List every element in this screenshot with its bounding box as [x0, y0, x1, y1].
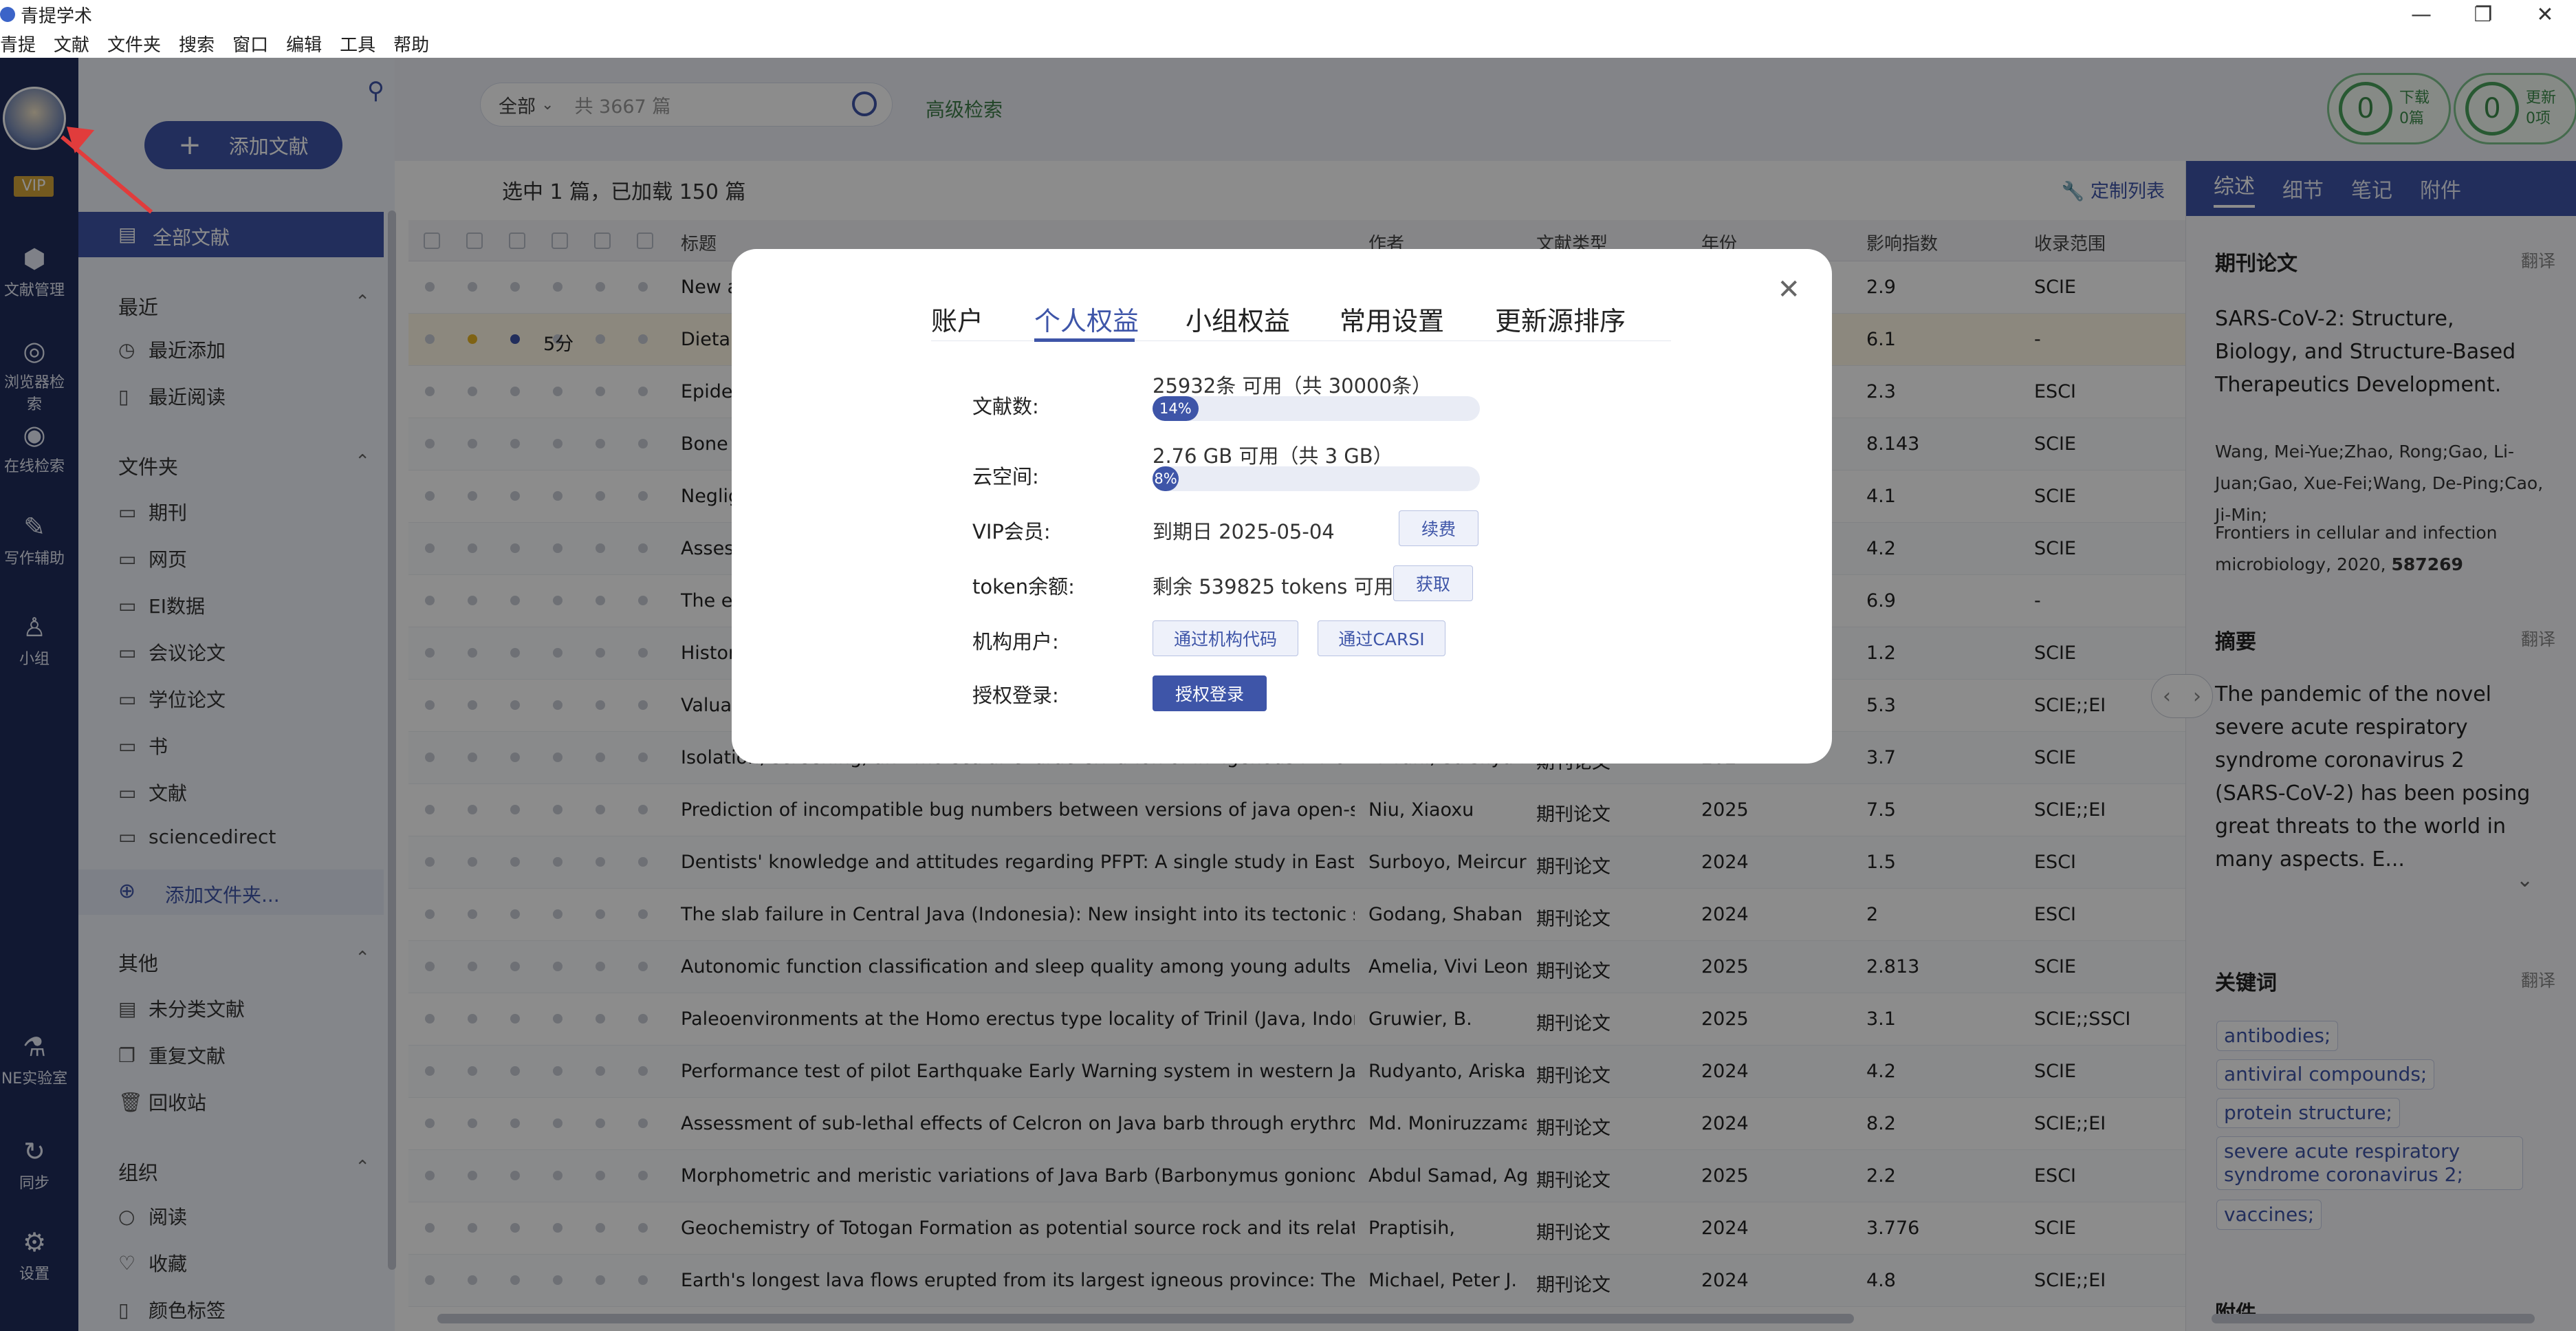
- tab-group-benefits[interactable]: 小组权益: [1186, 300, 1290, 338]
- window-controls: — ❐ ✕: [2390, 0, 2576, 29]
- token-label: token余额:: [972, 575, 1075, 598]
- auth-login-button[interactable]: 授权登录: [1153, 675, 1267, 711]
- app-title: 青提学术: [21, 6, 93, 27]
- docs-progress-fill: 14%: [1153, 396, 1199, 421]
- institution-label: 机构用户:: [972, 630, 1059, 653]
- renew-button[interactable]: 续费: [1399, 510, 1478, 546]
- cloud-label: 云空间:: [972, 465, 1039, 488]
- menu-folder[interactable]: 文件夹: [107, 31, 161, 56]
- vip-label: VIP会员:: [972, 520, 1051, 543]
- restore-icon[interactable]: ❐: [2452, 0, 2514, 29]
- menu-tools[interactable]: 工具: [340, 31, 375, 56]
- institution-code-button[interactable]: 通过机构代码: [1153, 620, 1298, 656]
- dialog-tabs: 账户 个人权益 小组权益 常用设置 更新源排序: [931, 272, 1671, 342]
- docs-progress: 14%: [1153, 396, 1480, 421]
- cloud-progress-fill: 8%: [1153, 466, 1179, 491]
- auth-label: 授权登录:: [972, 684, 1059, 707]
- menu-window[interactable]: 窗口: [232, 31, 268, 56]
- menu-literature[interactable]: 文献: [54, 31, 89, 56]
- token-value: 剩余 539825 tokens 可用: [1153, 575, 1394, 598]
- menu-qingti[interactable]: 青提: [0, 31, 36, 56]
- docs-value: 25932条 可用（共 30000条）: [1153, 374, 1432, 398]
- carsi-button[interactable]: 通过CARSI: [1318, 620, 1445, 656]
- get-token-button[interactable]: 获取: [1393, 565, 1473, 601]
- vip-value: 到期日 2025-05-04: [1153, 520, 1335, 543]
- tab-source-order[interactable]: 更新源排序: [1495, 300, 1626, 338]
- tab-common-settings[interactable]: 常用设置: [1340, 300, 1444, 338]
- close-icon[interactable]: ✕: [1777, 274, 1800, 305]
- tab-account[interactable]: 账户: [931, 300, 983, 338]
- menu-help[interactable]: 帮助: [393, 31, 429, 56]
- title-bar: 青提学术 — ❐ ✕: [0, 0, 2576, 29]
- cloud-progress: 8%: [1153, 466, 1480, 491]
- menu-search[interactable]: 搜索: [179, 31, 215, 56]
- active-tab-indicator: [1034, 338, 1135, 342]
- cloud-value: 2.76 GB 可用（共 3 GB）: [1153, 444, 1393, 468]
- close-window-icon[interactable]: ✕: [2514, 0, 2576, 29]
- minimize-icon[interactable]: —: [2390, 0, 2452, 29]
- menu-bar: 青提 文献 文件夹 搜索 窗口 编辑 工具 帮助: [0, 29, 2576, 58]
- docs-label: 文献数:: [972, 395, 1039, 418]
- app-logo-icon: [0, 7, 15, 22]
- menu-edit[interactable]: 编辑: [286, 31, 322, 56]
- tab-personal-benefits[interactable]: 个人权益: [1034, 300, 1139, 338]
- settings-dialog: 账户 个人权益 小组权益 常用设置 更新源排序 ✕ 文献数: 25932条 可用…: [732, 249, 1832, 764]
